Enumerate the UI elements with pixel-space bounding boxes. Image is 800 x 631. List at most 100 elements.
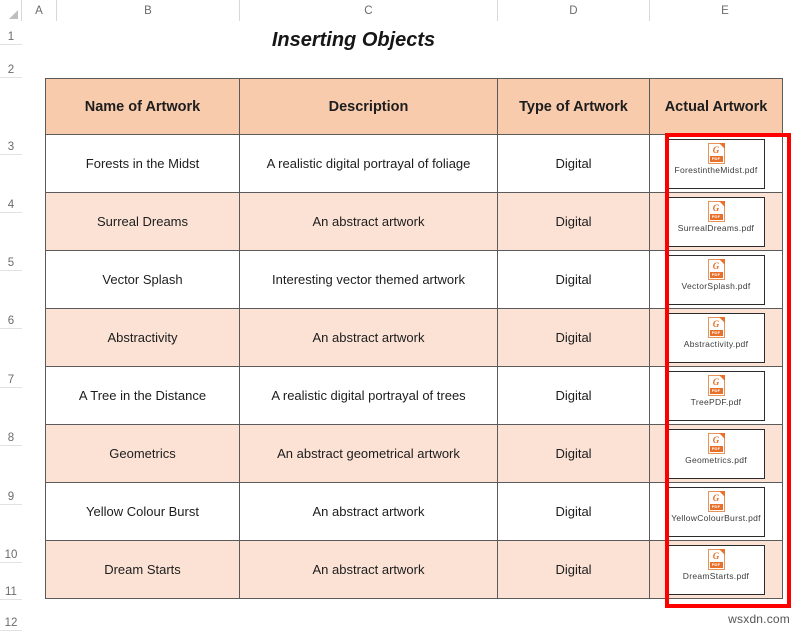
pdf-tag-label: PDF [709, 561, 723, 568]
row-header-5[interactable]: 5 [0, 213, 22, 271]
cell-embedded-object: G PDF TreePDF.pdf [649, 366, 783, 425]
row-header-6[interactable]: 6 [0, 271, 22, 329]
pdf-tag-label: PDF [709, 387, 723, 394]
table-row: Abstractivity An abstract artwork Digita… [45, 308, 783, 367]
cell-embedded-object: G PDF DreamStarts.pdf [649, 540, 783, 599]
cell-embedded-object: G PDF ForestintheMidst.pdf [649, 134, 783, 193]
column-header-name-of-artwork: Name of Artwork [45, 78, 240, 135]
cell-artwork-description: An abstract geometrical artwork [239, 424, 498, 483]
select-all-triangle-icon [9, 10, 18, 19]
page-title: Inserting Objects [271, 29, 436, 51]
row-header-12[interactable]: 12 [0, 600, 22, 631]
row-header-4[interactable]: 4 [0, 155, 22, 213]
row-header-3[interactable]: 3 [0, 78, 22, 155]
embedded-pdf-object[interactable]: G PDF Abstractivity.pdf [667, 312, 765, 363]
row-header-2[interactable]: 2 [0, 45, 22, 78]
pdf-glyph-label: G [712, 260, 720, 271]
pdf-glyph-label: G [712, 550, 720, 561]
table-row: Surreal Dreams An abstract artwork Digit… [45, 192, 783, 251]
artwork-table: Name of Artwork Description Type of Artw… [45, 78, 783, 599]
cell-artwork-type: Digital [497, 540, 650, 599]
pdf-tag-label: PDF [709, 503, 723, 510]
embedded-object-filename: ForestintheMidst.pdf [674, 164, 758, 175]
row-header-strip: 1 2 3 4 5 6 7 8 9 10 11 12 [0, 21, 22, 631]
embedded-pdf-object[interactable]: G PDF YellowColourBurst.pdf [667, 486, 765, 537]
pdf-tag-label: PDF [709, 445, 723, 452]
pdf-glyph-label: G [712, 202, 720, 213]
embedded-pdf-object[interactable]: G PDF VectorSplash.pdf [667, 254, 765, 305]
row-header-1[interactable]: 1 [0, 21, 22, 45]
embedded-pdf-object[interactable]: G PDF Geometrics.pdf [667, 428, 765, 479]
column-header-d-label: D [569, 4, 578, 17]
table-row: Geometrics An abstract geometrical artwo… [45, 424, 783, 483]
row-header-9[interactable]: 9 [0, 446, 22, 505]
column-header-a[interactable]: A [22, 0, 57, 21]
cell-artwork-description: Interesting vector themed artwork [239, 250, 498, 309]
cell-artwork-name: Yellow Colour Burst [45, 482, 240, 541]
pdf-glyph-label: G [712, 318, 720, 329]
column-header-description: Description [239, 78, 498, 135]
pdf-file-icon: G PDF [707, 258, 725, 280]
select-all-corner[interactable] [0, 0, 22, 21]
watermark-label: wsxdn.com [728, 612, 790, 626]
embedded-object-filename: Abstractivity.pdf [683, 338, 749, 349]
cell-embedded-object: G PDF VectorSplash.pdf [649, 250, 783, 309]
cell-artwork-description: A realistic digital portrayal of foliage [239, 134, 498, 193]
row-header-11[interactable]: 11 [0, 563, 22, 600]
embedded-object-filename: VectorSplash.pdf [681, 280, 751, 291]
cell-artwork-type: Digital [497, 366, 650, 425]
row-header-7[interactable]: 7 [0, 329, 22, 388]
embedded-object-filename: DreamStarts.pdf [682, 570, 750, 581]
cell-artwork-description: An abstract artwork [239, 482, 498, 541]
cell-embedded-object: G PDF YellowColourBurst.pdf [649, 482, 783, 541]
cell-artwork-description: An abstract artwork [239, 192, 498, 251]
column-header-c-label: C [364, 4, 373, 17]
pdf-glyph-label: G [712, 434, 720, 445]
embedded-pdf-object[interactable]: G PDF ForestintheMidst.pdf [667, 138, 765, 189]
column-header-c[interactable]: C [240, 0, 498, 21]
embedded-pdf-object[interactable]: G PDF DreamStarts.pdf [667, 544, 765, 595]
pdf-tag-label: PDF [709, 155, 723, 162]
cell-artwork-description: An abstract artwork [239, 540, 498, 599]
row-header-11-label: 11 [5, 586, 17, 598]
column-header-type-of-artwork: Type of Artwork [497, 78, 650, 135]
cell-artwork-type: Digital [497, 424, 650, 483]
pdf-file-icon: G PDF [707, 142, 725, 164]
row-header-10[interactable]: 10 [0, 505, 22, 563]
column-header-b-label: B [144, 4, 152, 17]
embedded-pdf-object[interactable]: G PDF TreePDF.pdf [667, 370, 765, 421]
embedded-object-filename: SurrealDreams.pdf [677, 222, 755, 233]
table-row: Yellow Colour Burst An abstract artwork … [45, 482, 783, 541]
column-header-a-label: A [35, 4, 43, 17]
cell-artwork-name: Abstractivity [45, 308, 240, 367]
row-header-9-label: 9 [7, 491, 15, 503]
row-header-5-label: 5 [7, 257, 15, 269]
cell-artwork-type: Digital [497, 134, 650, 193]
pdf-file-icon: G PDF [707, 200, 725, 222]
column-header-strip: A B C D E [0, 0, 800, 21]
cell-artwork-name: Dream Starts [45, 540, 240, 599]
column-header-actual-artwork: Actual Artwork [649, 78, 783, 135]
column-header-e-label: E [721, 4, 729, 17]
cell-artwork-type: Digital [497, 192, 650, 251]
table-row: Dream Starts An abstract artwork Digital… [45, 540, 783, 599]
cell-embedded-object: G PDF Abstractivity.pdf [649, 308, 783, 367]
row-header-12-label: 12 [4, 617, 18, 629]
table-row: Forests in the Midst A realistic digital… [45, 134, 783, 193]
table-header-row: Name of Artwork Description Type of Artw… [45, 78, 783, 135]
column-header-d[interactable]: D [498, 0, 650, 21]
table-row: Vector Splash Interesting vector themed … [45, 250, 783, 309]
embedded-pdf-object[interactable]: G PDF SurrealDreams.pdf [667, 196, 765, 247]
row-header-4-label: 4 [7, 199, 15, 211]
column-header-e[interactable]: E [650, 0, 800, 21]
row-header-2-label: 2 [7, 64, 15, 76]
embedded-object-filename: Geometrics.pdf [685, 454, 747, 465]
cell-artwork-type: Digital [497, 250, 650, 309]
pdf-tag-label: PDF [709, 271, 723, 278]
column-header-b[interactable]: B [57, 0, 240, 21]
pdf-glyph-label: G [712, 492, 720, 503]
pdf-file-icon: G PDF [707, 548, 725, 570]
row-header-8[interactable]: 8 [0, 388, 22, 446]
pdf-file-icon: G PDF [707, 432, 725, 454]
row-header-8-label: 8 [7, 432, 15, 444]
